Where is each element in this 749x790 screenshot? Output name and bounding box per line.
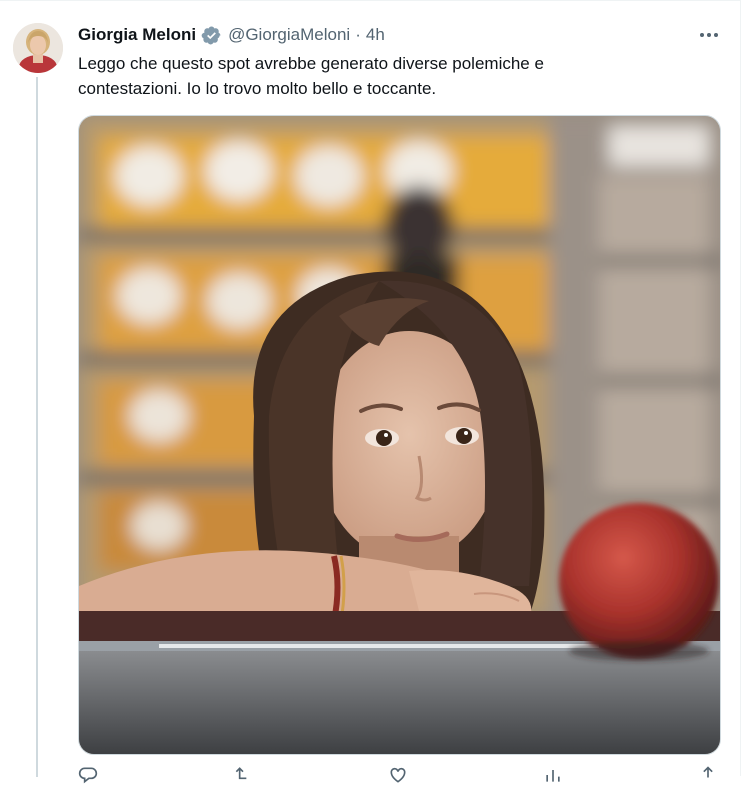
- tweet-text: Leggo che questo spot avrebbe generato d…: [78, 51, 698, 101]
- views-icon[interactable]: [543, 765, 565, 787]
- tweet-media-image[interactable]: [78, 115, 721, 755]
- like-icon[interactable]: [388, 765, 410, 787]
- tweet-text-line: contestazioni. Io lo trovo molto bello e…: [78, 79, 437, 98]
- author-name[interactable]: Giorgia Meloni: [78, 25, 196, 45]
- reply-icon[interactable]: [78, 765, 100, 787]
- tweet-header: Giorgia Meloni @GiorgiaMeloni · 4h: [78, 23, 385, 47]
- tweet-actions: [78, 765, 721, 785]
- timestamp[interactable]: 4h: [366, 25, 385, 45]
- retweet-icon[interactable]: [233, 765, 255, 787]
- tweet-card[interactable]: Giorgia Meloni @GiorgiaMeloni · 4h Leggo…: [0, 0, 741, 784]
- avatar[interactable]: [13, 23, 63, 73]
- share-icon[interactable]: [698, 765, 720, 787]
- tweet-text-line: Leggo che questo spot avrebbe generato d…: [78, 54, 544, 73]
- thread-line: [36, 77, 38, 777]
- separator-dot: ·: [355, 25, 361, 44]
- verified-badge-icon[interactable]: [201, 25, 222, 46]
- author-handle[interactable]: @GiorgiaMeloni: [228, 25, 350, 45]
- more-options-icon[interactable]: [696, 25, 722, 45]
